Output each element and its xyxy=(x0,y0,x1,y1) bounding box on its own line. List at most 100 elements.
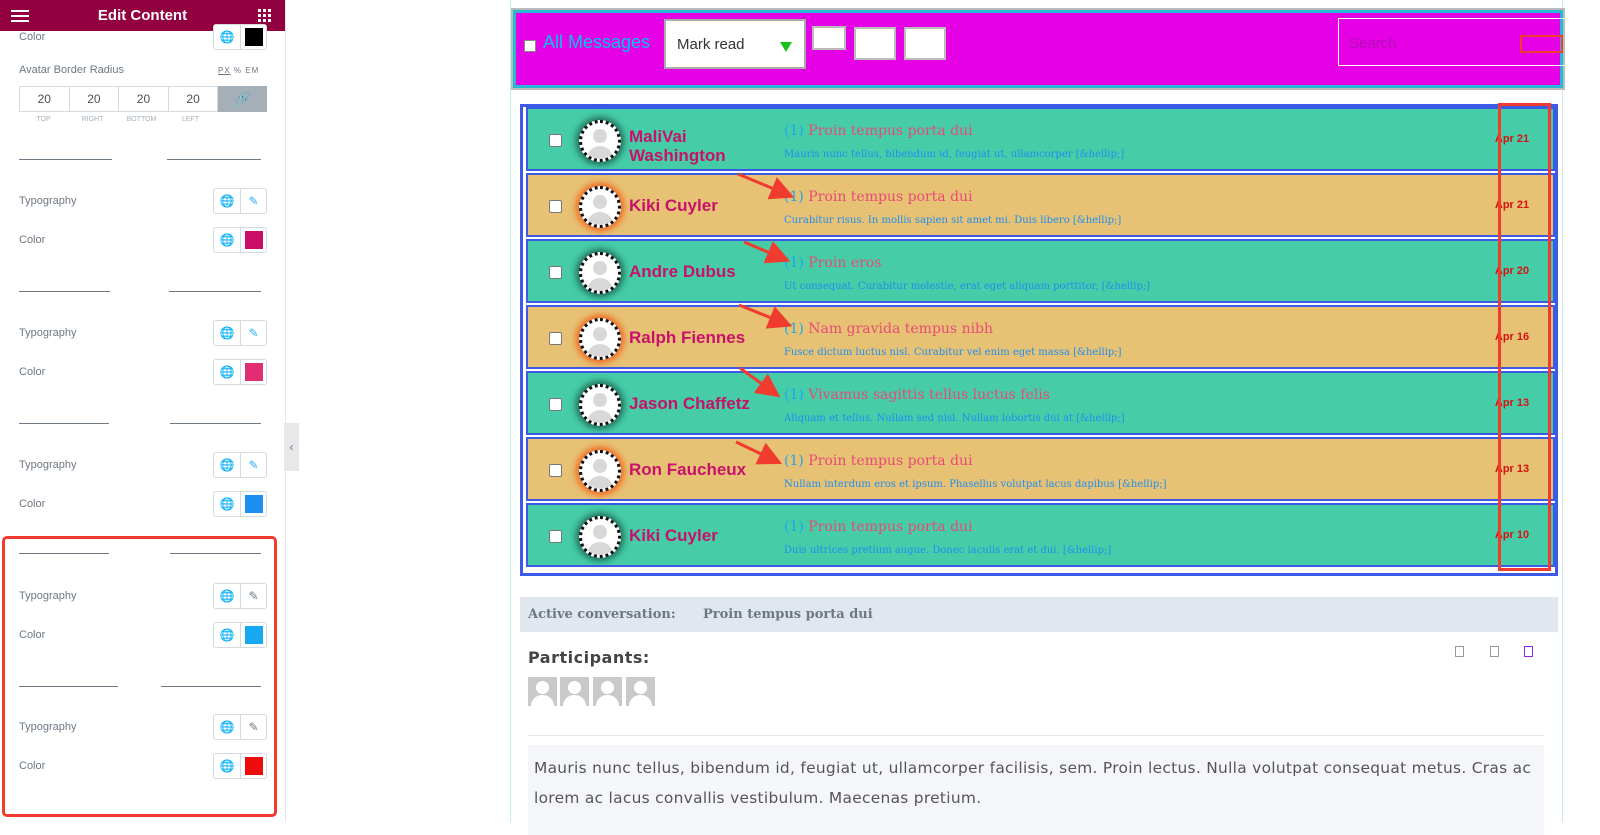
message-excerpt: Ut consequat. Curabitur molestie, erat e… xyxy=(784,281,1151,292)
active-conversation-title: Proin tempus porta dui xyxy=(703,607,873,622)
participants-label: Participants: xyxy=(528,648,650,667)
message-checkbox[interactable] xyxy=(549,464,562,477)
message-subject[interactable]: (1) Vivamus sagittis tellus luctus felis xyxy=(784,387,1050,403)
unit-switcher[interactable]: PX % EM xyxy=(218,66,259,75)
color-swatch[interactable] xyxy=(240,360,266,384)
avatar xyxy=(579,186,621,228)
message-row[interactable]: Kiki Cuyler (1) Proin tempus porta dui C… xyxy=(526,173,1555,237)
sender-name[interactable]: Kiki Cuyler xyxy=(629,526,779,545)
pencil-icon[interactable]: ✎ xyxy=(240,189,266,213)
dimension-labels: TOP RIGHT BOTTOM LEFT xyxy=(19,116,267,123)
color-control: Color 🌐 xyxy=(19,357,267,387)
message-checkbox[interactable] xyxy=(549,134,562,147)
globe-icon[interactable]: 🌐 xyxy=(214,492,240,516)
unit-px[interactable]: PX xyxy=(218,66,231,75)
toolbar-button-1[interactable] xyxy=(812,26,846,50)
color-swatch[interactable] xyxy=(240,228,266,252)
toolbar-button-2[interactable] xyxy=(854,27,896,60)
dim-label-left: LEFT xyxy=(181,116,200,123)
apps-grid-icon[interactable] xyxy=(258,9,271,22)
conversation-action-icon[interactable] xyxy=(1524,646,1533,657)
color-swatch[interactable] xyxy=(240,25,266,49)
message-row[interactable]: Andre Dubus (1) Proin eros Ut consequat.… xyxy=(526,239,1555,303)
message-excerpt: Duis ultrices pretium augue. Donec iacul… xyxy=(784,545,1112,556)
radius-right-input[interactable]: 20 xyxy=(68,86,119,112)
color-picker[interactable]: 🌐 xyxy=(213,491,267,517)
section-divider xyxy=(19,159,267,161)
unit-percent[interactable]: % xyxy=(234,66,242,75)
message-count: (1) xyxy=(784,123,804,139)
message-checkbox[interactable] xyxy=(549,530,562,543)
message-excerpt: Fusce dictum luctus nisl. Curabitur vel … xyxy=(784,347,1122,358)
radius-bottom-input[interactable]: 20 xyxy=(118,86,168,112)
globe-icon[interactable]: 🌐 xyxy=(214,453,240,477)
message-excerpt: Mauris nunc tellus, bibendum id, feugiat… xyxy=(784,149,1125,160)
avatar xyxy=(579,384,621,426)
color-label: Color xyxy=(19,31,46,43)
link-values-icon[interactable]: 🔗 xyxy=(218,86,267,112)
message-row[interactable]: Ron Faucheux (1) Proin tempus porta dui … xyxy=(526,437,1555,501)
unit-em[interactable]: EM xyxy=(245,66,259,75)
arrow-icon xyxy=(735,440,783,465)
color-swatch[interactable] xyxy=(240,492,266,516)
color-picker[interactable]: 🌐 xyxy=(213,359,267,385)
message-subject[interactable]: (1) Proin tempus porta dui xyxy=(784,189,973,205)
avatar xyxy=(579,318,621,360)
color-picker[interactable]: 🌐 xyxy=(213,227,267,253)
globe-icon[interactable]: 🌐 xyxy=(214,321,240,345)
message-subject[interactable]: (1) Proin tempus porta dui xyxy=(784,123,973,139)
message-row[interactable]: MaliVai Washington (1) Proin tempus port… xyxy=(526,107,1555,171)
subject-text: Proin tempus porta dui xyxy=(808,519,973,535)
collapse-panel-button[interactable]: ‹ xyxy=(284,423,299,471)
avatar xyxy=(579,252,621,294)
subject-text: Nam gravida tempus nibh xyxy=(808,321,994,337)
globe-icon[interactable]: 🌐 xyxy=(214,228,240,252)
message-row[interactable]: Ralph Fiennes (1) Nam gravida tempus nib… xyxy=(526,305,1555,369)
dim-label-bottom: BOTTOM xyxy=(126,116,157,123)
arrow-icon xyxy=(737,172,795,200)
typography-control: Typography 🌐 ✎ xyxy=(19,186,267,216)
arrow-icon xyxy=(738,303,793,329)
subject-text: Proin eros xyxy=(808,255,882,271)
message-excerpt: Nullam interdum eros et ipsum. Phasellus… xyxy=(784,479,1167,490)
message-count: (1) xyxy=(784,519,804,535)
subject-text: Proin tempus porta dui xyxy=(808,189,973,205)
typography-control: Typography 🌐 ✎ xyxy=(19,450,267,480)
hamburger-icon[interactable] xyxy=(11,7,29,23)
toolbar-button-3[interactable] xyxy=(904,27,946,60)
message-row[interactable]: Kiki Cuyler (1) Proin tempus porta dui D… xyxy=(526,503,1555,567)
inbox-toolbar: All Messages Mark read Search xyxy=(513,10,1570,88)
typography-picker[interactable]: 🌐 ✎ xyxy=(213,320,267,346)
bulk-action-value: Mark read xyxy=(677,36,745,53)
radius-left-input[interactable]: 20 xyxy=(167,86,219,112)
participant-avatar xyxy=(593,677,622,706)
message-checkbox[interactable] xyxy=(549,398,562,411)
message-subject[interactable]: (1) Proin tempus porta dui xyxy=(784,453,973,469)
pencil-icon[interactable]: ✎ xyxy=(240,453,266,477)
pencil-icon[interactable]: ✎ xyxy=(240,321,266,345)
search-button[interactable] xyxy=(1520,35,1563,53)
globe-icon[interactable]: 🌐 xyxy=(214,360,240,384)
typography-picker[interactable]: 🌐 ✎ xyxy=(213,188,267,214)
color-picker[interactable]: 🌐 xyxy=(213,24,267,50)
message-row[interactable]: Jason Chaffetz (1) Vivamus sagittis tell… xyxy=(526,371,1555,435)
conversation-action-icon[interactable] xyxy=(1490,646,1499,657)
message-subject[interactable]: (1) Proin tempus porta dui xyxy=(784,519,973,535)
message-subject[interactable]: (1) Nam gravida tempus nibh xyxy=(784,321,993,337)
bulk-action-select[interactable]: Mark read xyxy=(664,19,806,69)
radius-top-input[interactable]: 20 xyxy=(19,86,69,112)
conversation-action-icon[interactable] xyxy=(1455,646,1464,657)
typography-control: Typography 🌐 ✎ xyxy=(19,318,267,348)
globe-icon[interactable]: 🌐 xyxy=(214,189,240,213)
color-label: Color xyxy=(19,366,46,378)
participant-avatar xyxy=(560,677,589,706)
message-checkbox[interactable] xyxy=(549,200,562,213)
avatar xyxy=(579,120,621,162)
message-checkbox[interactable] xyxy=(549,266,562,279)
dim-label-top: TOP xyxy=(36,116,51,123)
globe-icon[interactable]: 🌐 xyxy=(214,25,240,49)
arrow-icon xyxy=(743,240,791,264)
typography-picker[interactable]: 🌐 ✎ xyxy=(213,452,267,478)
message-checkbox[interactable] xyxy=(549,332,562,345)
select-all-checkbox[interactable] xyxy=(524,40,536,52)
